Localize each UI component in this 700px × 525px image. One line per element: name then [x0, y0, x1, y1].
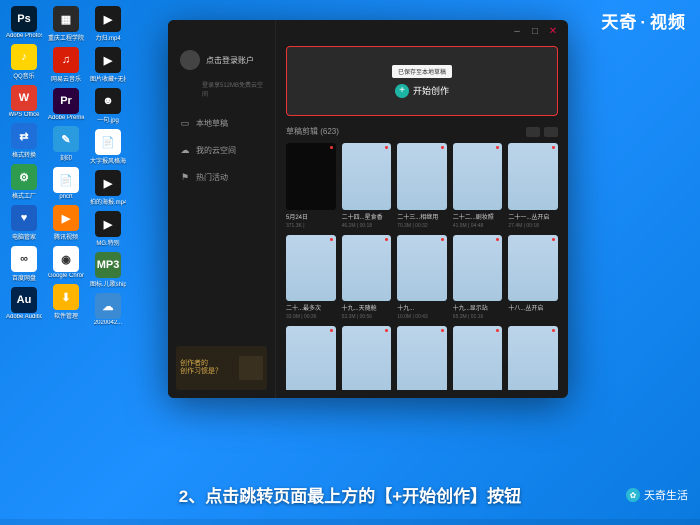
nav-activity[interactable]: ⚑热门活动: [176, 166, 267, 189]
desktop-icon[interactable]: ◉Google Chrome: [48, 246, 84, 279]
desktop-icon[interactable]: ▶MG.特别: [90, 211, 126, 247]
titlebar: – □ ✕: [502, 20, 568, 42]
storage-hint: 登录享512MB免费云空间: [176, 78, 267, 108]
desktop-icon[interactable]: ▶拍的海报.mp4: [90, 170, 126, 206]
desktop-icon[interactable]: PrAdobe Premiere: [48, 88, 84, 121]
desktop-icon[interactable]: ♪QQ音乐: [6, 44, 42, 80]
save-tooltip: 已保存至本地草稿: [392, 65, 452, 78]
draft-card[interactable]: [286, 326, 336, 390]
desktop-icon[interactable]: 📄大字报风格海报202004.p: [90, 129, 126, 165]
draft-card[interactable]: 二十...最多次33.9M | 00:36: [286, 235, 336, 320]
instruction-caption: 2、点击跳转页面最上方的【+开始创作】按钮: [179, 482, 521, 507]
desktop-icon[interactable]: PsAdobe Photosh...: [6, 6, 42, 39]
draft-card[interactable]: [342, 326, 392, 390]
plus-icon: +: [395, 84, 409, 98]
draft-card[interactable]: 二十一...丛开启27.4M | 00:18: [508, 143, 558, 228]
avatar-icon: [180, 50, 200, 70]
desktop-icon[interactable]: ⚙格式工厂: [6, 164, 42, 200]
draft-card[interactable]: [397, 326, 447, 390]
desktop-icon[interactable]: ⇄格式转换: [6, 123, 42, 159]
desktop-icon[interactable]: ♥电脑管家: [6, 205, 42, 241]
flag-icon: ⚑: [180, 173, 190, 183]
close-button[interactable]: ✕: [548, 26, 558, 36]
draft-card[interactable]: 二十三...相继用70.3M | 00:32: [397, 143, 447, 228]
desktop-icon[interactable]: ☁2020042...: [90, 293, 126, 326]
desktop-icon[interactable]: ☻一句.jpg: [90, 88, 126, 124]
create-box: 已保存至本地草稿 + 开始创作: [286, 46, 558, 116]
desktop-icon[interactable]: ∞百度网盘: [6, 246, 42, 282]
sidebar: 点击登录账户 登录享512MB免费云空间 ▭本地草稿 ☁我的云空间 ⚑热门活动 …: [168, 20, 276, 398]
taskbar: [0, 519, 700, 525]
draft-card[interactable]: 二十二...剧妆照41.5M | 04:48: [453, 143, 503, 228]
draft-card[interactable]: 十八...丛开启: [508, 235, 558, 320]
promo-image: [239, 356, 263, 380]
nav-local-drafts[interactable]: ▭本地草稿: [176, 112, 267, 135]
maximize-button[interactable]: □: [530, 26, 540, 36]
desktop-icon[interactable]: ✎刻印: [48, 126, 84, 162]
section-header: 草稿剪辑 (623): [286, 126, 558, 137]
desktop-icon[interactable]: ▶力归.mp4: [90, 6, 126, 42]
cloud-icon: ☁: [180, 146, 190, 156]
folder-icon: ▭: [180, 119, 190, 129]
draft-card[interactable]: 二十四...星食香46.2M | 00:18: [342, 143, 392, 228]
draft-card[interactable]: 5月24日371.3K |: [286, 143, 336, 228]
draft-card[interactable]: 十九...天随舱53.3M | 00:56: [342, 235, 392, 320]
login-button[interactable]: 点击登录账户: [176, 46, 267, 74]
start-create-button[interactable]: + 开始创作: [395, 84, 449, 98]
desktop-icon[interactable]: WWPS Office: [6, 85, 42, 118]
promo-banner[interactable]: 创作者的创作习惯是？: [176, 346, 267, 390]
nav-cloud[interactable]: ☁我的云空间: [176, 139, 267, 162]
desktop-icon[interactable]: ▶图片收藏+无损音乐.mp4: [90, 47, 126, 83]
draft-card[interactable]: [508, 326, 558, 390]
footer-logo: ✿天奇生活: [626, 487, 688, 503]
drafts-grid: 5月24日371.3K | 二十四...星食香46.2M | 00:18二十三.…: [286, 143, 558, 390]
draft-card[interactable]: [453, 326, 503, 390]
view-list-button[interactable]: [544, 127, 558, 137]
main-panel: 已保存至本地草稿 + 开始创作 草稿剪辑 (623) 5月24日371.3K |…: [276, 20, 568, 398]
view-grid-button[interactable]: [526, 127, 540, 137]
draft-card[interactable]: 十九...10.0M | 00:43: [397, 235, 447, 320]
desktop-icon[interactable]: ⬇软件管理: [48, 284, 84, 320]
desktop-icon[interactable]: AuAdobe Audition: [6, 287, 42, 320]
app-window: – □ ✕ 点击登录账户 登录享512MB免费云空间 ▭本地草稿 ☁我的云空间 …: [168, 20, 568, 398]
desktop-icon[interactable]: ▦重庆工程学院数字媒体: [48, 6, 84, 42]
desktop-icon[interactable]: ▶腾讯视频: [48, 205, 84, 241]
minimize-button[interactable]: –: [512, 26, 522, 36]
desktop-icon[interactable]: 📄pncrt: [48, 167, 84, 200]
desktop-icon[interactable]: ♫网易云音乐: [48, 47, 84, 83]
desktop-icon[interactable]: MP3图标.儿歌shipinzip...: [90, 252, 126, 288]
draft-card[interactable]: 十九...显示站65.3M | 01:16: [453, 235, 503, 320]
